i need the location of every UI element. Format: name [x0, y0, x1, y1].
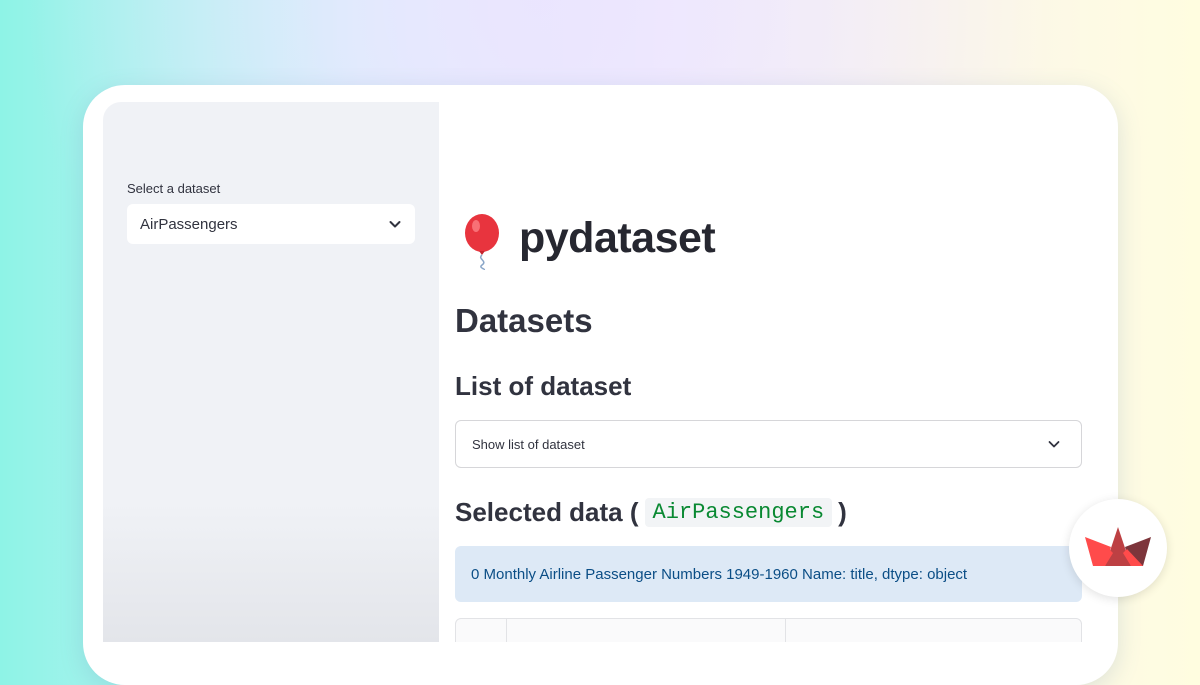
selected-heading-prefix: Selected data ( — [455, 497, 639, 527]
dataset-list-expander[interactable]: Show list of dataset — [455, 420, 1082, 468]
selected-dataset-code: AirPassengers — [644, 498, 833, 527]
page-title: pydataset — [519, 214, 716, 262]
table-column-divider — [506, 619, 507, 642]
data-table[interactable] — [455, 618, 1082, 642]
chevron-down-icon — [1048, 441, 1060, 448]
streamlit-crown-logo-icon — [1085, 527, 1151, 566]
selected-heading-suffix: ) — [838, 497, 847, 527]
app-window: Select a dataset AirPassengers pydataset… — [103, 102, 1107, 642]
heading-datasets: Datasets — [455, 302, 593, 339]
main-content: pydataset Datasets List of dataset Show … — [439, 102, 1107, 642]
heading-list-of-dataset: List of dataset — [455, 371, 632, 401]
dataset-select-label: Select a dataset — [127, 181, 221, 196]
chevron-down-icon — [389, 221, 401, 228]
table-column-divider — [785, 619, 786, 642]
dataset-select-value: AirPassengers — [140, 216, 238, 233]
info-alert: 0 Monthly Airline Passenger Numbers 1949… — [455, 546, 1082, 602]
heading-selected-data: Selected data ( AirPassengers ) — [455, 497, 847, 528]
info-alert-text: 0 Monthly Airline Passenger Numbers 1949… — [471, 566, 968, 583]
streamlit-logo-badge — [1069, 499, 1167, 597]
sidebar: Select a dataset AirPassengers — [103, 102, 439, 642]
dataset-select[interactable]: AirPassengers — [127, 204, 415, 244]
expander-label: Show list of dataset — [472, 437, 585, 452]
balloon-icon — [465, 214, 499, 270]
